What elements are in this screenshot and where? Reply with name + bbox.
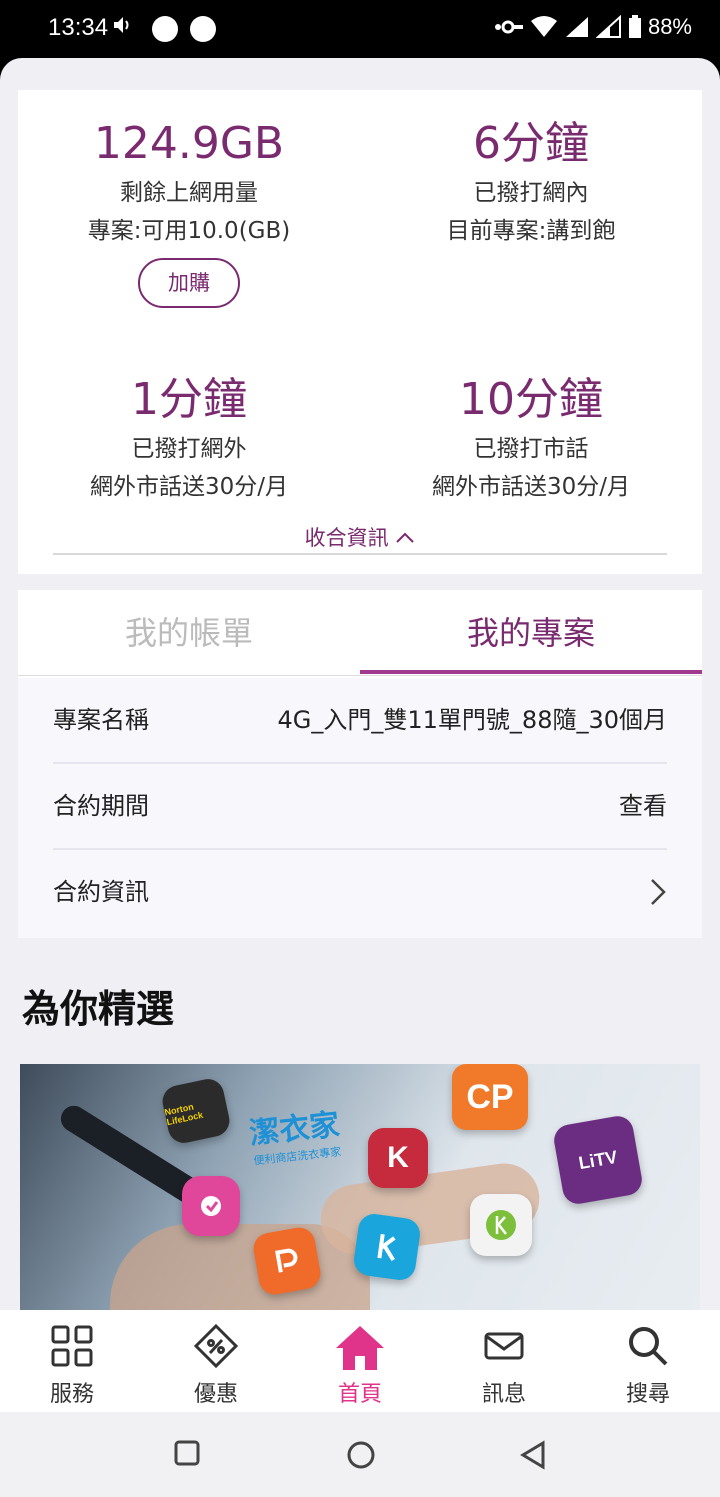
collapse-info-button[interactable]: 收合資訊 (18, 522, 702, 552)
contract-period-label: 合約期間 (53, 792, 149, 820)
battery-icon (628, 15, 642, 39)
nav-messages[interactable]: 訊息 (432, 1310, 576, 1412)
on-net-detail: 目前專案:講到飽 (446, 218, 616, 244)
status-time: 13:34 (48, 14, 109, 41)
plan-info-list: 專案名稱 4G_入門_雙11單門號_88隨_30個月 合約期間 查看 合約資訊 (18, 678, 702, 938)
home-icon (334, 1324, 386, 1376)
notification-dot-icon (152, 16, 178, 42)
contract-info-label: 合約資訊 (53, 878, 149, 906)
mail-icon (482, 1324, 526, 1372)
contract-period-row: 合約期間 查看 (53, 764, 667, 848)
nav-services-label: 服務 (49, 1382, 94, 1407)
wifi-icon (530, 15, 558, 39)
kkday-app-icon (351, 1211, 423, 1283)
coupon-icon (193, 1323, 239, 1372)
nav-services[interactable]: 服務 (0, 1310, 144, 1412)
off-net-stat: 1分鐘 已撥打網外 網外市話送30分/月 (18, 374, 360, 502)
plan-card: 我的帳單 我的專案 專案名稱 4G_入門_雙11單門號_88隨_30個月 合約期… (18, 590, 702, 938)
active-tab-indicator (360, 670, 702, 674)
nav-messages-label: 訊息 (481, 1382, 526, 1407)
off-net-minutes-value: 1分鐘 (131, 374, 247, 425)
on-net-label: 已撥打網內 (473, 180, 589, 206)
home-system-button[interactable] (346, 1440, 376, 1474)
search-icon (626, 1324, 670, 1372)
tab-my-bill[interactable]: 我的帳單 (18, 590, 360, 676)
nav-offers-label: 優惠 (193, 1382, 238, 1407)
divider (53, 553, 667, 555)
add-on-purchase-button[interactable]: 加購 (138, 258, 240, 308)
status-icons: 88% (494, 14, 692, 40)
pubu-app-icon (251, 1225, 323, 1297)
tab-my-plan[interactable]: 我的專案 (360, 590, 702, 676)
cp-app-icon: CP (452, 1064, 528, 1130)
nav-offers[interactable]: 優惠 (144, 1310, 288, 1412)
volume-icon (112, 14, 134, 42)
data-remaining-label: 剩餘上網用量 (120, 180, 258, 206)
bottom-navigation: 服務 優惠 首頁 訊息 搜尋 (0, 1310, 720, 1412)
kkbox-app-icon: K (368, 1128, 428, 1188)
grid-icon (50, 1324, 94, 1372)
signal-1-icon (564, 15, 590, 39)
on-net-minutes-value: 6分鐘 (473, 118, 589, 169)
featured-banner[interactable]: Norton LifeLock 潔衣家 便利商店洗衣專家 CP K LiTV (20, 1064, 700, 1313)
nav-search-label: 搜尋 (625, 1382, 670, 1407)
data-plan-detail: 專案:可用10.0(GB) (87, 218, 291, 244)
chevron-up-icon (395, 526, 415, 550)
battery-percent: 88% (647, 14, 692, 39)
landline-minutes-value: 10分鐘 (459, 374, 603, 425)
landline-stat: 10分鐘 已撥打市話 網外市話送30分/月 (360, 374, 702, 502)
view-contract-period-link[interactable]: 查看 (619, 764, 667, 848)
music-app-icon (182, 1176, 240, 1236)
vpn-key-icon (494, 17, 524, 37)
notification-dot-icon (190, 16, 216, 42)
signal-2-icon (595, 15, 622, 39)
landline-detail: 網外市話送30分/月 (431, 474, 630, 500)
nav-home[interactable]: 首頁 (288, 1310, 432, 1412)
plan-name-label: 專案名稱 (53, 706, 149, 734)
contract-info-row[interactable]: 合約資訊 (53, 850, 667, 934)
jieyijia-logo: 潔衣家 便利商店洗衣專家 (247, 1107, 342, 1168)
featured-section-title: 為你精選 (22, 987, 175, 1031)
app-screen: 124.9GB 剩餘上網用量 專案:可用10.0(GB) 加購 6分鐘 已撥打網… (0, 58, 720, 1313)
on-net-stat: 6分鐘 已撥打網內 目前專案:講到飽 (360, 118, 702, 246)
back-button[interactable] (520, 1440, 546, 1474)
recent-apps-button[interactable] (174, 1440, 200, 1470)
chevron-right-icon (649, 878, 667, 906)
kobo-app-icon (470, 1194, 532, 1256)
data-remaining-value: 124.9GB (93, 118, 285, 169)
collapse-info-label: 收合資訊 (304, 526, 389, 550)
status-bar: 13:34 88% (0, 0, 720, 58)
system-navigation-bar (0, 1412, 720, 1497)
data-usage-stat: 124.9GB 剩餘上網用量 專案:可用10.0(GB) 加購 (18, 118, 360, 308)
landline-label: 已撥打市話 (473, 436, 589, 462)
off-net-detail: 網外市話送30分/月 (89, 474, 288, 500)
norton-lifelock-app-icon: Norton LifeLock (159, 1076, 233, 1146)
off-net-label: 已撥打網外 (131, 436, 247, 462)
usage-card: 124.9GB 剩餘上網用量 專案:可用10.0(GB) 加購 6分鐘 已撥打網… (18, 90, 702, 574)
tab-bar: 我的帳單 我的專案 (18, 590, 702, 676)
nav-search[interactable]: 搜尋 (576, 1310, 720, 1412)
nav-home-label: 首頁 (337, 1382, 382, 1407)
plan-name-row: 專案名稱 4G_入門_雙11單門號_88隨_30個月 (53, 678, 667, 762)
litv-app-icon: LiTV (551, 1113, 645, 1207)
plan-name-value: 4G_入門_雙11單門號_88隨_30個月 (277, 706, 667, 734)
